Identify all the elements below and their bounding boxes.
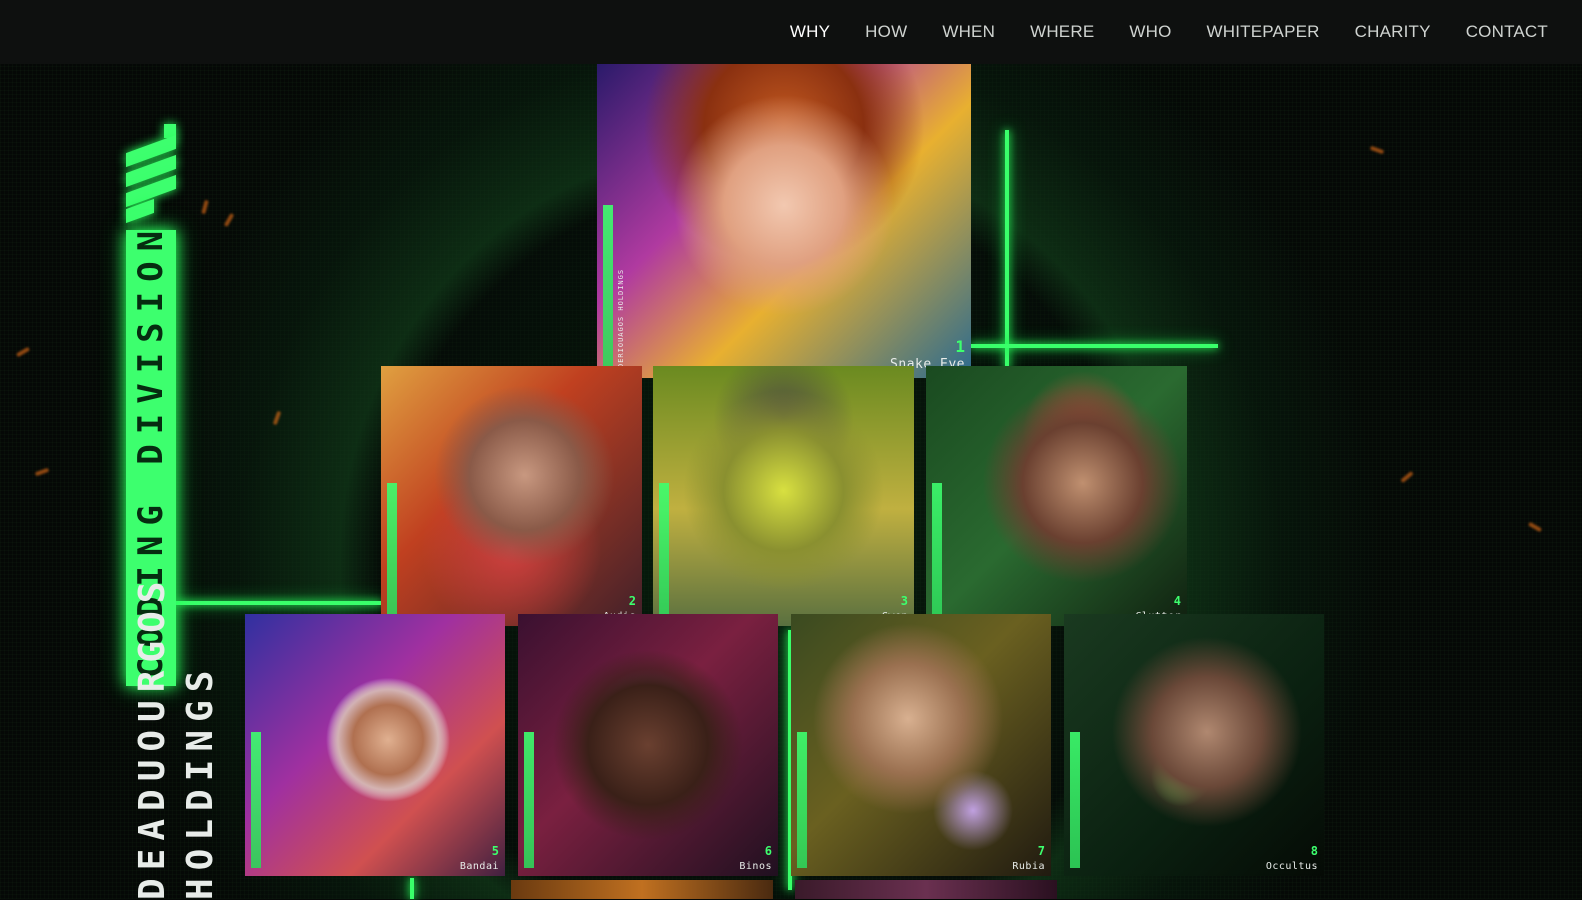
card-number: 2 [628, 594, 636, 608]
card-name: Bandai [459, 861, 499, 872]
card-name: Occultus [1265, 861, 1318, 872]
nft-card-partial[interactable] [795, 880, 1057, 899]
glow-line [970, 344, 1218, 348]
nft-card[interactable]: DERIOUAGOS HOLDINGS 1 Snake Eye [597, 64, 971, 378]
card-number: 1 [955, 337, 965, 356]
brand-logo-icon [126, 124, 176, 224]
glow-line [1005, 130, 1009, 370]
card-number: 4 [1173, 594, 1181, 608]
card-number: 6 [764, 844, 772, 858]
nav-link-why[interactable]: WHY [790, 22, 830, 42]
nav-link-how[interactable]: HOW [865, 22, 907, 42]
nav-link-whitepaper[interactable]: WHITEPAPER [1207, 22, 1320, 42]
brand-name-line2: HOLDINGS [180, 662, 221, 900]
nav-link-charity[interactable]: CHARITY [1355, 22, 1431, 42]
nft-card[interactable]: 4 Clutter [926, 366, 1187, 626]
nft-card[interactable]: 3 Gwen [653, 366, 914, 626]
glow-line [176, 601, 382, 605]
nav-link-who[interactable]: WHO [1129, 22, 1171, 42]
nav-link-contact[interactable]: CONTACT [1466, 22, 1548, 42]
top-navbar: WHY HOW WHEN WHERE WHO WHITEPAPER CHARIT… [0, 0, 1582, 64]
card-number: 8 [1310, 844, 1318, 858]
card-number: 7 [1037, 844, 1045, 858]
nft-card[interactable]: 7 Rubia [791, 614, 1051, 876]
brand-name-line1: DEADUOURGOS [132, 573, 173, 900]
nft-card-partial[interactable] [511, 880, 773, 899]
nav-links: WHY HOW WHEN WHERE WHO WHITEPAPER CHARIT… [755, 0, 1548, 64]
glow-line [410, 878, 414, 899]
card-number: 3 [900, 594, 908, 608]
nft-card[interactable]: 6 Binos [518, 614, 778, 876]
nft-card[interactable]: 5 Bandai [245, 614, 505, 876]
nav-link-when[interactable]: WHEN [942, 22, 995, 42]
nav-link-where[interactable]: WHERE [1030, 22, 1094, 42]
card-side-text: DERIOUAGOS HOLDINGS [617, 268, 625, 368]
nft-card[interactable]: 8 Occultus [1064, 614, 1324, 876]
nft-card[interactable]: 2 Audis [381, 366, 642, 626]
card-name: Binos [739, 861, 772, 872]
card-name: Rubia [1012, 861, 1045, 872]
card-number: 5 [491, 844, 499, 858]
